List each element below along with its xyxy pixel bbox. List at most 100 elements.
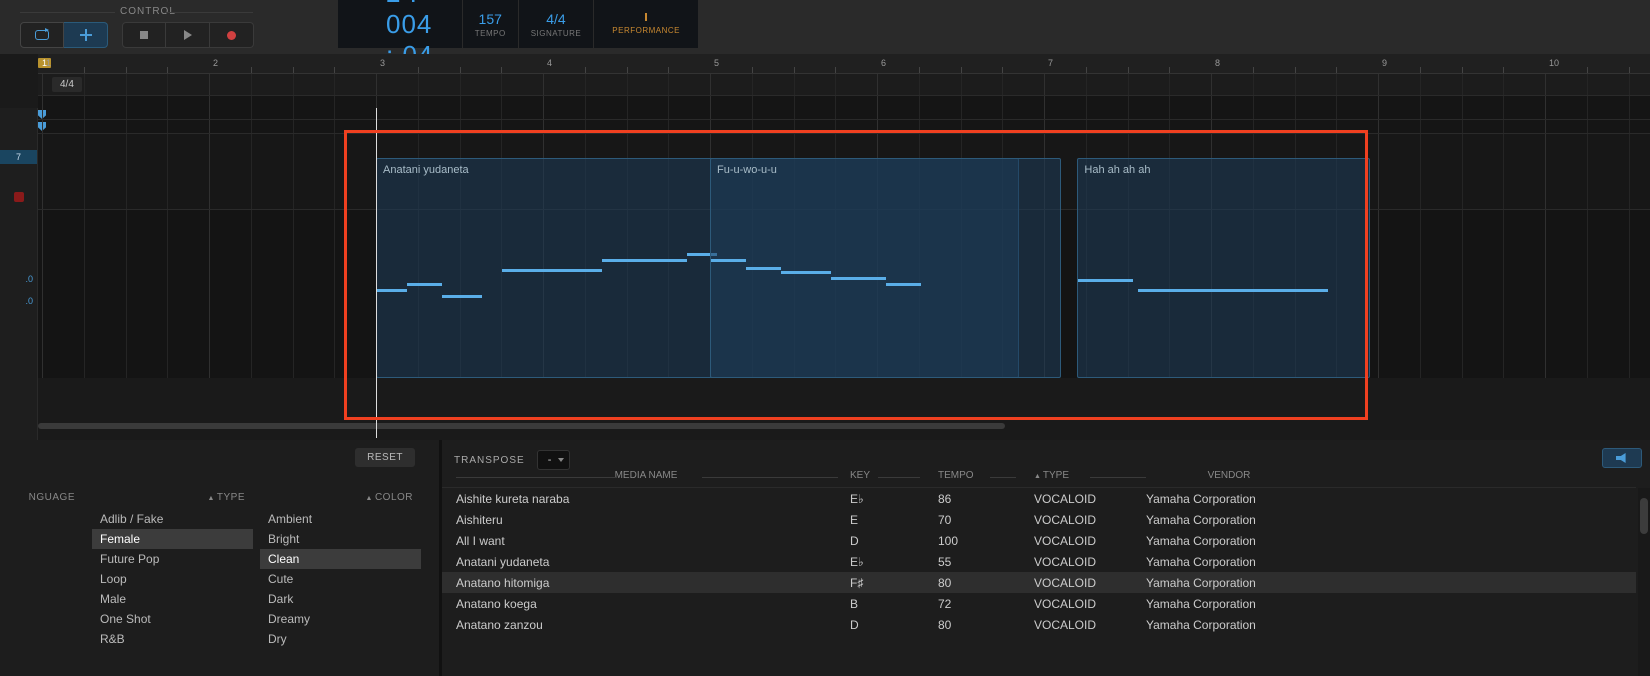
- gridline-minor: [1462, 96, 1463, 119]
- performance-display[interactable]: PERFORMANCE: [593, 0, 698, 48]
- header-line: [1090, 477, 1146, 478]
- filter-item[interactable]: One Shot: [92, 609, 253, 629]
- record-button[interactable]: [210, 22, 254, 48]
- audio-clip[interactable]: Hah ah ah ah: [1077, 158, 1369, 378]
- stop-button[interactable]: [122, 22, 166, 48]
- gridline-minor: [835, 74, 836, 95]
- gridline: [877, 74, 878, 95]
- table-row[interactable]: All I wantD100VOCALOIDYamaha Corporation: [442, 530, 1636, 551]
- gridline-minor: [1128, 120, 1129, 133]
- play-button[interactable]: [166, 22, 210, 48]
- gridline-minor: [752, 96, 753, 119]
- gridline-minor: [460, 96, 461, 119]
- filter-item[interactable]: Dark: [260, 589, 421, 609]
- gridline-minor: [794, 74, 795, 95]
- color-header[interactable]: ▲COLOR: [258, 488, 423, 509]
- gridline-minor: [418, 96, 419, 119]
- gridline-minor: [251, 74, 252, 95]
- gridline: [877, 120, 878, 133]
- bar-ruler[interactable]: 1 12345678910: [38, 54, 1650, 74]
- bar-number: 8: [1215, 58, 1220, 68]
- time-signature-chip[interactable]: 4/4: [52, 77, 82, 92]
- gridline-minor: [752, 120, 753, 133]
- header-line: [878, 477, 920, 478]
- playhead[interactable]: [376, 108, 377, 438]
- table-row[interactable]: Anatano koegaB72VOCALOIDYamaha Corporati…: [442, 593, 1636, 614]
- marker-lane[interactable]: [38, 96, 1650, 120]
- table-row[interactable]: AishiteruE70VOCALOIDYamaha Corporation: [442, 509, 1636, 530]
- timeline: 7 .0 .0 1 12345678910 4/4 Anatani yudane…: [0, 54, 1650, 430]
- table-row[interactable]: Anatano zanzouD80VOCALOIDYamaha Corporat…: [442, 614, 1636, 635]
- reset-button[interactable]: RESET: [355, 448, 415, 467]
- loop-toggle[interactable]: [20, 22, 64, 48]
- scrollbar-thumb[interactable]: [38, 423, 1005, 429]
- gridline-minor: [1336, 74, 1337, 95]
- gridline-minor: [501, 120, 502, 133]
- cell-key: F♯: [836, 576, 924, 590]
- cell-name: Anatano hitomiga: [442, 576, 836, 590]
- record-arm-icon[interactable]: [14, 192, 24, 202]
- horizontal-scrollbar[interactable]: [38, 422, 1650, 430]
- filter-item[interactable]: Clean: [260, 549, 421, 569]
- stop-icon: [140, 31, 148, 39]
- gridline: [1378, 120, 1379, 133]
- filter-item[interactable]: Cute: [260, 569, 421, 589]
- filter-item[interactable]: Adlib / Fake: [92, 509, 253, 529]
- col-media-name[interactable]: MEDIA NAME: [442, 470, 836, 487]
- gridline-minor: [501, 96, 502, 119]
- col-type[interactable]: ▲ TYPE: [1020, 470, 1132, 487]
- gridline-minor: [835, 120, 836, 133]
- filter-item[interactable]: Future Pop: [92, 549, 253, 569]
- preview-audio-button[interactable]: [1602, 448, 1642, 468]
- gridline: [1044, 96, 1045, 119]
- table-row[interactable]: Aishite kureta narabaE♭86VOCALOIDYamaha …: [442, 488, 1636, 509]
- bar-number: 4: [547, 58, 552, 68]
- gridline-minor: [1587, 74, 1588, 95]
- gridline-minor: [334, 96, 335, 119]
- table-row[interactable]: Anatani yudanetaE♭55VOCALOIDYamaha Corpo…: [442, 551, 1636, 572]
- gridline-minor: [627, 96, 628, 119]
- bar-number: 5: [714, 58, 719, 68]
- track-header-strip: 7 .0 .0: [0, 108, 38, 484]
- col-vendor[interactable]: VENDOR: [1132, 470, 1312, 487]
- transpose-select[interactable]: -: [537, 450, 571, 470]
- time-signature-lane[interactable]: 4/4: [38, 74, 1650, 96]
- tempo-value: 157: [479, 11, 502, 27]
- filter-item[interactable]: R&B: [92, 629, 253, 649]
- track-index[interactable]: 7: [0, 150, 37, 164]
- scrollbar-thumb[interactable]: [1640, 498, 1648, 534]
- language-header[interactable]: NGUAGE: [0, 488, 85, 509]
- performance-label: PERFORMANCE: [612, 26, 680, 35]
- table-header: MEDIA NAME KEY TEMPO ▲ TYPE VENDOR: [442, 470, 1636, 488]
- record-icon: [227, 31, 236, 40]
- filter-item[interactable]: Bright: [260, 529, 421, 549]
- type-header[interactable]: ▲TYPE: [90, 488, 255, 509]
- cell-tempo: 55: [924, 555, 1020, 569]
- cell-tempo: 80: [924, 618, 1020, 632]
- language-column: NGUAGE: [0, 488, 85, 509]
- transpose-label: TRANSPOSE: [454, 455, 525, 466]
- col-key[interactable]: KEY: [836, 470, 924, 487]
- signature-display[interactable]: 4/4 SIGNATURE: [518, 0, 594, 48]
- audio-clip[interactable]: Fu-u-wo-u-u: [710, 158, 1061, 378]
- vertical-scrollbar[interactable]: [1638, 488, 1650, 676]
- filter-item[interactable]: Female: [92, 529, 253, 549]
- marker-lane-2[interactable]: [38, 120, 1650, 134]
- tempo-display[interactable]: 157 TEMPO: [462, 0, 518, 48]
- col-tempo[interactable]: TEMPO: [924, 470, 1020, 487]
- filter-item[interactable]: Dreamy: [260, 609, 421, 629]
- filter-item[interactable]: Ambient: [260, 509, 421, 529]
- performance-indicator: [645, 13, 647, 21]
- gridline-minor: [293, 120, 294, 133]
- snap-toggle[interactable]: [64, 22, 108, 48]
- table-row[interactable]: Anatano hitomigaF♯80VOCALOIDYamaha Corpo…: [442, 572, 1636, 593]
- cell-type: VOCALOID: [1020, 534, 1132, 548]
- gridline-minor: [126, 74, 127, 95]
- filter-item[interactable]: Loop: [92, 569, 253, 589]
- gridline-minor: [251, 120, 252, 133]
- gridline-minor: [334, 120, 335, 133]
- gridline-minor: [1128, 74, 1129, 95]
- filter-item[interactable]: Male: [92, 589, 253, 609]
- filter-item[interactable]: Dry: [260, 629, 421, 649]
- gridline: [710, 120, 711, 133]
